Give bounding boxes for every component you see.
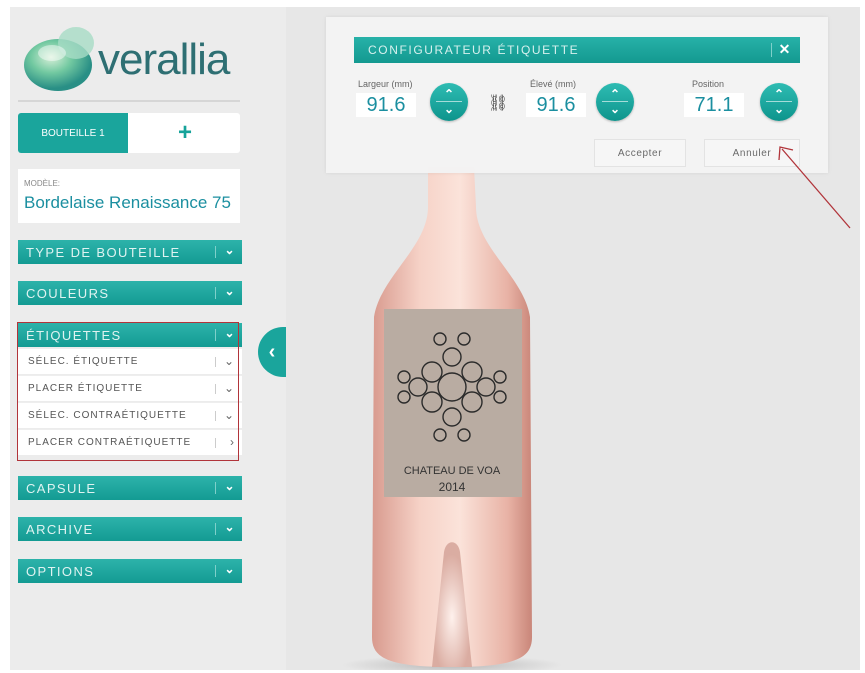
chevron-down-icon[interactable]: ⌄ <box>596 102 634 116</box>
position-field[interactable]: 71.1 <box>684 93 744 117</box>
chevron-left-icon: ‹ <box>268 340 276 363</box>
model-label: MODÈLE: <box>24 179 61 188</box>
accept-button[interactable]: Accepter <box>594 139 686 167</box>
separator <box>215 482 216 494</box>
model-value: Bordelaise Renaissance 75 <box>24 193 231 212</box>
logo-sphere-icon <box>24 27 94 91</box>
separator <box>771 43 772 57</box>
sidebar: verallia BOUTEILLE 1 + MODÈLE: Bordelais… <box>10 7 286 670</box>
separator <box>215 246 216 258</box>
section-archive[interactable]: ARCHIVE ⌄ <box>18 517 242 541</box>
position-stepper[interactable]: ⌃ ⌄ <box>760 83 798 121</box>
configurator-title-bar: CONFIGURATEUR ÉTIQUETTE ✕ <box>354 37 800 63</box>
eleve-field[interactable]: 91.6 <box>526 93 586 117</box>
chevron-up-icon[interactable]: ⌃ <box>430 87 468 101</box>
tab-bouteille-1[interactable]: BOUTEILLE 1 <box>18 113 128 153</box>
model-card: MODÈLE: Bordelaise Renaissance 75 <box>18 169 240 223</box>
section-label: TYPE DE BOUTEILLE <box>26 244 181 260</box>
eleve-label: Élevé (mm) <box>530 79 577 89</box>
section-type-bouteille[interactable]: TYPE DE BOUTEILLE ⌄ <box>18 240 242 264</box>
configurator-title: CONFIGURATEUR ÉTIQUETTE <box>368 43 580 57</box>
largeur-field[interactable]: 91.6 <box>356 93 416 117</box>
verallia-logo: verallia <box>16 13 246 97</box>
label-configurator-panel: CONFIGURATEUR ÉTIQUETTE ✕ Largeur (mm) 9… <box>326 17 828 173</box>
label-line-1: CHATEAU DE VOA <box>404 465 501 477</box>
chevron-down-icon: ⌄ <box>224 562 236 576</box>
section-label: CAPSULE <box>26 480 97 496</box>
chevron-down-icon: ⌄ <box>224 243 236 257</box>
separator <box>215 565 216 577</box>
bottle-tabs: BOUTEILLE 1 + <box>18 113 240 153</box>
section-label: COULEURS <box>26 285 110 301</box>
cancel-button[interactable]: Annuler <box>704 139 800 167</box>
position-label: Position <box>692 79 725 89</box>
add-bottle-button[interactable]: + <box>130 113 240 153</box>
divider <box>18 100 240 102</box>
separator <box>215 523 216 535</box>
separator <box>215 287 216 299</box>
section-options[interactable]: OPTIONS ⌄ <box>18 559 242 583</box>
section-label: ARCHIVE <box>26 521 94 537</box>
collapse-sidebar-button[interactable]: ‹ <box>258 327 286 377</box>
largeur-label: Largeur (mm) <box>358 79 413 89</box>
eleve-stepper[interactable]: ⌃ ⌄ <box>596 83 634 121</box>
section-capsule[interactable]: CAPSULE ⌄ <box>18 476 242 500</box>
close-icon[interactable]: ✕ <box>779 41 792 58</box>
bottle-preview: CHATEAU DE VOA 2014 <box>342 167 562 670</box>
chevron-down-icon[interactable]: ⌄ <box>760 102 798 116</box>
highlight-box <box>17 322 239 461</box>
chevron-down-icon: ⌄ <box>224 284 236 298</box>
section-label: OPTIONS <box>26 563 95 579</box>
label-line-2: 2014 <box>439 480 466 494</box>
chevron-up-icon[interactable]: ⌃ <box>596 87 634 101</box>
section-couleurs[interactable]: COULEURS ⌄ <box>18 281 242 305</box>
chevron-down-icon: ⌄ <box>224 520 236 534</box>
chevron-up-icon[interactable]: ⌃ <box>760 87 798 101</box>
app-frame: verallia BOUTEILLE 1 + MODÈLE: Bordelais… <box>10 7 860 670</box>
link-chain-icon[interactable]: ⛓ <box>488 93 508 113</box>
largeur-stepper[interactable]: ⌃ ⌄ <box>430 83 468 121</box>
chevron-down-icon[interactable]: ⌄ <box>430 102 468 116</box>
chevron-down-icon: ⌄ <box>224 479 236 493</box>
logo-text: verallia <box>98 35 230 84</box>
